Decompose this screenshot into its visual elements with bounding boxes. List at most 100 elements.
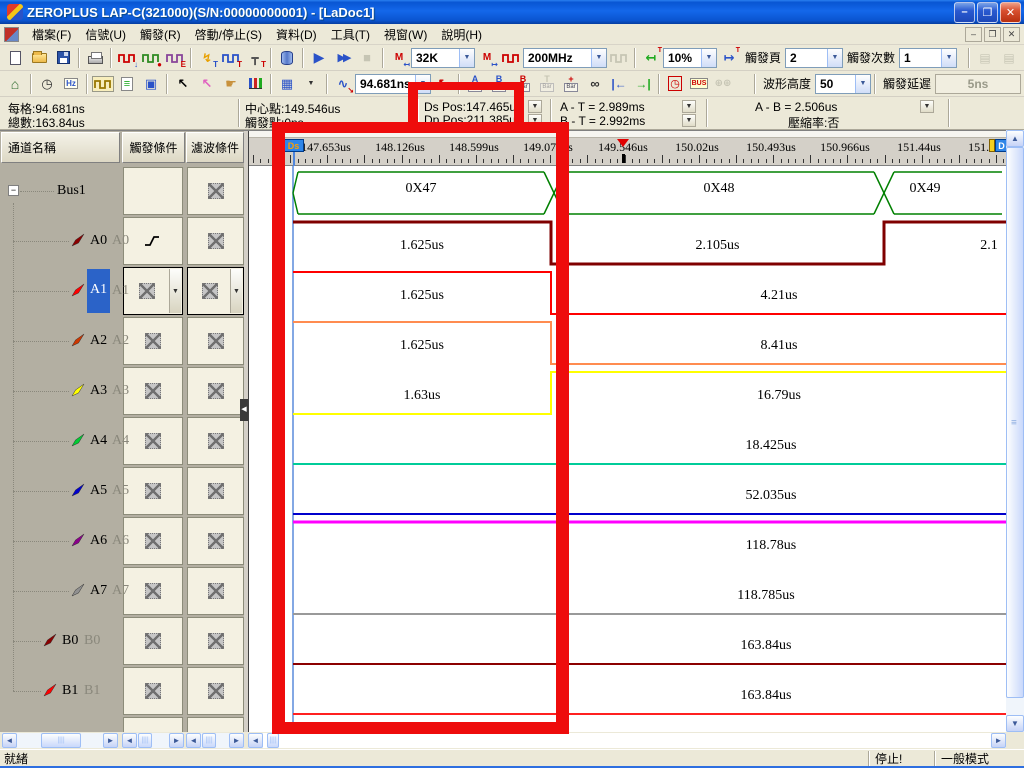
filter-cell-A6[interactable] <box>187 517 244 565</box>
vertical-scroll-thumb[interactable] <box>1006 147 1024 698</box>
b-bar-icon[interactable]: BBar <box>487 73 511 95</box>
close-button[interactable]: ✕ <box>1000 2 1021 23</box>
vertical-scrollbar[interactable]: ▲ ▼ <box>1006 130 1024 732</box>
menu-item-4[interactable]: 資料(D) <box>269 26 324 44</box>
filter-cell-A0[interactable] <box>187 217 244 265</box>
menu-item-3[interactable]: 啓動/停止(S) <box>188 26 269 44</box>
trigger-cell-row11[interactable] <box>123 717 183 732</box>
pulse-timer-icon[interactable]: ◷ <box>663 73 687 95</box>
filter-cell-A2[interactable] <box>187 317 244 365</box>
ds-marker-flag[interactable]: Ds <box>283 139 304 152</box>
column-header-channel-name[interactable]: 通道名稱 <box>1 132 120 163</box>
channel-label-A1-selected[interactable]: A1 <box>87 269 110 313</box>
trigger-cell-A2[interactable] <box>123 317 183 365</box>
filter-cell-A1[interactable]: ▼ <box>187 267 244 315</box>
dp-pos-dropdown[interactable]: ▼ <box>528 114 542 127</box>
width-trigger-icon[interactable]: T <box>219 47 243 69</box>
tree-expander-bus1[interactable]: − <box>8 185 19 196</box>
grid-dropdown-icon[interactable]: ▼ <box>299 73 323 95</box>
mdi-close-button[interactable]: ✕ <box>1003 27 1020 42</box>
memory-page-left-icon[interactable]: M↤ <box>387 47 411 69</box>
scroll-up-button[interactable]: ▲ <box>1006 130 1024 147</box>
channel-label-A3[interactable]: A3 <box>90 383 107 399</box>
mdi-minimize-button[interactable]: – <box>965 27 982 42</box>
filter-cell-A4[interactable] <box>187 417 244 465</box>
menu-item-7[interactable]: 說明(H) <box>434 26 489 44</box>
zoom-scale-combo[interactable]: 94.681ns▼ <box>355 74 431 94</box>
trigger-cell-A6[interactable] <box>123 517 183 565</box>
channel-label-B1[interactable]: B1 <box>62 683 78 699</box>
channel-label-A6[interactable]: A6 <box>90 533 107 549</box>
trigger-cell-dropdown[interactable]: ▼ <box>169 269 181 313</box>
channel-label-Bus1[interactable]: Bus1 <box>57 183 86 199</box>
trigger-cell-B0[interactable] <box>123 617 183 665</box>
run-icon[interactable]: ▶ <box>307 47 331 69</box>
trigger-cell-A0[interactable] <box>123 217 183 265</box>
pulse-width-trigger-icon[interactable]: ↯T <box>195 47 219 69</box>
channel-label-A5[interactable]: A5 <box>90 483 107 499</box>
open-file-icon[interactable] <box>27 47 51 69</box>
filter-cell-A7[interactable] <box>187 567 244 615</box>
new-document-icon[interactable] <box>3 47 27 69</box>
trigger-position-combo[interactable]: 10%▼ <box>663 48 717 68</box>
trigger-position-marker[interactable] <box>617 139 629 147</box>
memory-depth-combo[interactable]: 32K▼ <box>411 48 475 68</box>
zoom-wave-icon[interactable]: ∿↘ <box>331 73 355 95</box>
hand-tool-icon[interactable]: ☛ <box>219 73 243 95</box>
b-bar-goto-icon[interactable]: BBar <box>511 73 535 95</box>
waveform-area[interactable]: 147.653us148.126us148.599us149.073us149.… <box>248 131 1006 732</box>
statistics-icon[interactable] <box>243 73 267 95</box>
home-icon[interactable]: ⌂ <box>3 73 27 95</box>
mdi-restore-button[interactable]: ❐ <box>984 27 1001 42</box>
trigger-count-combo[interactable]: 1▼ <box>899 48 957 68</box>
waveform-view-icon[interactable] <box>91 73 115 95</box>
channel-label-A7[interactable]: A7 <box>90 583 107 599</box>
channel-label-A2[interactable]: A2 <box>90 333 107 349</box>
channel-name-scrollbar[interactable]: ◄► <box>2 733 118 748</box>
channel-label-B0[interactable]: B0 <box>62 633 78 649</box>
sampling-frequency-combo[interactable]: 200MHz▼ <box>523 48 607 68</box>
channel-label-A4[interactable]: A4 <box>90 433 107 449</box>
b-t-dropdown[interactable]: ▼ <box>682 114 696 127</box>
frequency-icon[interactable]: Hz <box>59 73 83 95</box>
filter-column-scrollbar[interactable]: ◄► <box>186 733 244 748</box>
grid-display-icon[interactable]: ▦ <box>275 73 299 95</box>
filter-cell-row11[interactable] <box>187 717 244 732</box>
menu-item-6[interactable]: 視窗(W) <box>377 26 434 44</box>
goto-start-icon[interactable]: |← <box>607 73 631 95</box>
maximize-button[interactable]: ❐ <box>977 2 998 23</box>
minimize-button[interactable]: – <box>954 2 975 23</box>
channel-label-A0[interactable]: A0 <box>90 233 107 249</box>
search-icon[interactable]: ∞ <box>583 73 607 95</box>
bus-setup-icon[interactable] <box>275 47 299 69</box>
sampling-setup-icon[interactable]: ↓ <box>115 47 139 69</box>
a-t-dropdown[interactable]: ▼ <box>682 100 696 113</box>
menu-item-1[interactable]: 信號(U) <box>78 26 133 44</box>
repeat-run-icon[interactable]: ▶▶ <box>331 47 355 69</box>
trigger-page-combo[interactable]: 2▼ <box>785 48 843 68</box>
trigger-cell-A3[interactable] <box>123 367 183 415</box>
ds-pos-dropdown[interactable]: ▼ <box>528 100 542 113</box>
select-tool-icon[interactable]: ↖ <box>171 73 195 95</box>
clock-setup-icon[interactable]: ◷ <box>35 73 59 95</box>
filter-cell-dropdown[interactable]: ▼ <box>230 269 242 313</box>
filter-cell-B0[interactable] <box>187 617 244 665</box>
waveform-traces[interactable]: 0X470X480X491.625us2.105us2.11.625us4.21… <box>249 166 1006 732</box>
trigger-column-scrollbar[interactable]: ◄► <box>122 733 184 748</box>
filter-cell-A3[interactable] <box>187 367 244 415</box>
find-cursor-icon[interactable]: ↖ <box>431 73 455 95</box>
navigator-icon[interactable]: ▣ <box>139 73 163 95</box>
trigger-page-icon[interactable]: ↦T <box>717 47 741 69</box>
time-ruler[interactable]: 147.653us148.126us148.599us149.073us149.… <box>249 131 1006 166</box>
filter-cell-A5[interactable] <box>187 467 244 515</box>
internal-clock-icon[interactable] <box>499 47 523 69</box>
splitter-collapse-arrow[interactable]: ◀ <box>240 399 248 421</box>
save-icon[interactable] <box>51 47 75 69</box>
memory-page-right-icon[interactable]: M↦ <box>475 47 499 69</box>
a-b-dropdown[interactable]: ▼ <box>920 100 934 113</box>
trigger-cell-A1[interactable]: ▼ <box>123 267 183 315</box>
multi-select-tool-icon[interactable]: ↖ <box>195 73 219 95</box>
trigger-position-icon[interactable]: ↤T <box>639 47 663 69</box>
trigger-cell-B1[interactable] <box>123 667 183 715</box>
signal-edit-icon[interactable]: E <box>163 47 187 69</box>
